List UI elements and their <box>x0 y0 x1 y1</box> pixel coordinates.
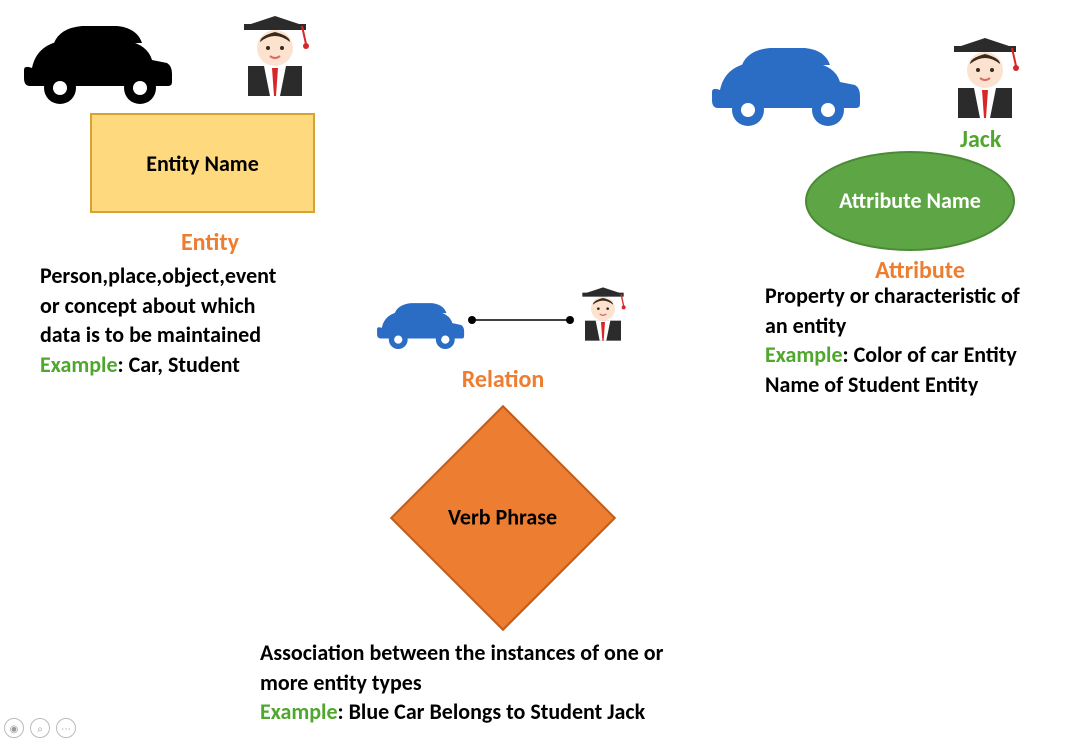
car-blue-small-icon <box>370 290 470 354</box>
car-blue-icon <box>700 30 870 130</box>
control-more[interactable]: ⋯ <box>56 718 76 738</box>
control-annotate[interactable]: ◉ <box>4 718 24 738</box>
entity-box: Entity Name <box>90 113 315 213</box>
student-icon <box>230 6 320 106</box>
relation-heading: Relation <box>448 365 558 394</box>
slide-controls: ◉ ⌕ ⋯ <box>4 718 76 738</box>
car-black-icon <box>12 8 182 108</box>
student-icon <box>940 28 1030 128</box>
entity-description: Person,place,object,event or concept abo… <box>40 261 360 380</box>
student-small-icon <box>573 278 633 350</box>
attribute-ellipse-label: Attribute Name <box>821 188 999 214</box>
relation-diamond-label: Verb Phrase <box>448 504 557 530</box>
relation-diamond: Verb Phrase <box>390 405 615 630</box>
attribute-ellipse: Attribute Name <box>805 151 1015 251</box>
attribute-jack-label: Jack <box>960 125 1001 154</box>
relation-description: Association between the instances of one… <box>260 638 780 727</box>
relation-connector <box>466 312 576 328</box>
entity-box-label: Entity Name <box>146 150 259 177</box>
attribute-description: Property or characteristic of an entity … <box>765 281 1084 400</box>
control-zoom[interactable]: ⌕ <box>30 718 50 738</box>
entity-heading: Entity <box>160 228 260 257</box>
